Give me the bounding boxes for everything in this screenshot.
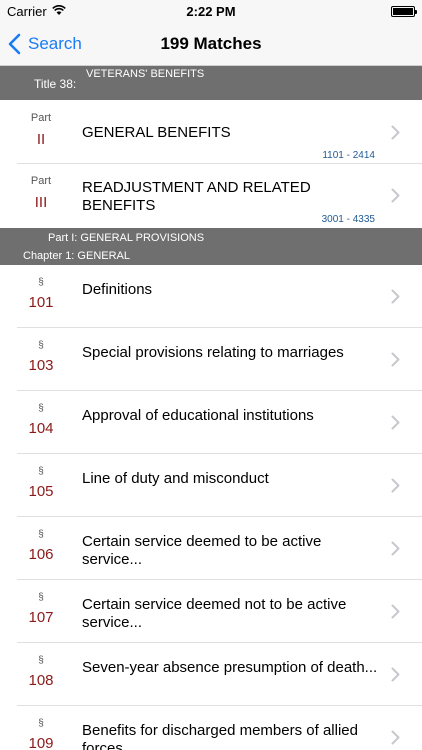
part-number: III xyxy=(34,194,48,211)
battery-fill xyxy=(393,8,413,15)
back-button-label: Search xyxy=(28,34,82,53)
part-title: READJUSTMENT AND RELATED BENEFITS xyxy=(82,179,311,214)
chevron-right-icon xyxy=(391,188,400,203)
section-symbol: § xyxy=(38,340,44,351)
section-row-106[interactable]: § 106 Certain service deemed to be activ… xyxy=(0,517,422,580)
chevron-right-icon xyxy=(391,604,400,619)
section-symbol: § xyxy=(38,655,44,666)
part-range: 1101 - 2414 xyxy=(322,150,375,161)
battery-icon xyxy=(391,6,417,17)
section-symbol: § xyxy=(38,403,44,414)
section-number: 107 xyxy=(28,609,54,626)
section-number: 106 xyxy=(28,546,54,563)
section-number: 105 xyxy=(28,483,54,500)
part-heading: Part I: GENERAL PROVISIONS xyxy=(48,232,205,244)
section-title: Seven-year absence presumption of death.… xyxy=(82,659,378,676)
chevron-right-icon xyxy=(391,289,400,304)
chevron-right-icon xyxy=(391,667,400,682)
title-prefix: Title 38: xyxy=(34,77,77,91)
chevron-right-icon xyxy=(391,541,400,556)
section-number: 104 xyxy=(28,420,54,437)
section-number: 101 xyxy=(28,294,54,311)
section-row-109[interactable]: § 109 Benefits for discharged members of… xyxy=(0,706,422,750)
section-symbol: § xyxy=(38,277,44,288)
chevron-right-icon xyxy=(391,730,400,745)
section-title: Special provisions relating to marriages xyxy=(82,344,344,361)
chevron-left-icon xyxy=(8,33,21,55)
part-number: II xyxy=(36,131,46,148)
section-row-104[interactable]: § 104 Approval of educational institutio… xyxy=(0,391,422,454)
part-row-iii[interactable]: Part III READJUSTMENT AND RELATED BENEFI… xyxy=(0,164,422,228)
section-title: Approval of educational institutions xyxy=(82,407,314,424)
section-row-103[interactable]: § 103 Special provisions relating to mar… xyxy=(0,328,422,391)
title-name: VETERANS' BENEFITS xyxy=(86,68,205,80)
section-title: Certain service deemed to be active serv… xyxy=(82,533,322,568)
part-row-ii[interactable]: Part II GENERAL BENEFITS 1101 - 2414 xyxy=(0,100,422,164)
chevron-right-icon xyxy=(391,478,400,493)
section-symbol: § xyxy=(38,529,44,540)
part-range: 3001 - 4335 xyxy=(321,214,375,225)
section-symbol: § xyxy=(38,466,44,477)
section-title: Definitions xyxy=(82,281,153,298)
section-number: 109 xyxy=(28,735,54,750)
status-bar: Carrier 2:22 PM xyxy=(0,0,422,22)
title-section-header: Title 38: VETERANS' BENEFITS xyxy=(0,66,422,100)
section-row-105[interactable]: § 105 Line of duty and misconduct xyxy=(0,454,422,517)
section-title: Certain service deemed not to be active … xyxy=(82,596,347,631)
part-label: Part xyxy=(30,112,52,124)
chevron-right-icon xyxy=(391,125,400,140)
section-title: Line of duty and misconduct xyxy=(82,470,269,487)
section-row-101[interactable]: § 101 Definitions xyxy=(0,265,422,328)
part-label: Part xyxy=(30,175,52,187)
section-row-108[interactable]: § 108 Seven-year absence presumption of … xyxy=(0,643,422,706)
chevron-right-icon xyxy=(391,415,400,430)
back-button[interactable]: Search xyxy=(8,22,82,66)
chevron-right-icon xyxy=(391,352,400,367)
section-symbol: § xyxy=(38,718,44,729)
part-title: GENERAL BENEFITS xyxy=(82,124,231,141)
section-row-107[interactable]: § 107 Certain service deemed not to be a… xyxy=(0,580,422,643)
chapter-section-header: Part I: GENERAL PROVISIONS Chapter 1: GE… xyxy=(0,228,422,265)
status-time: 2:22 PM xyxy=(186,4,236,19)
chapter-heading: Chapter 1: GENERAL xyxy=(23,250,130,262)
section-symbol: § xyxy=(38,592,44,603)
section-number: 108 xyxy=(28,672,54,689)
navigation-bar: Search 199 Matches xyxy=(0,22,422,66)
section-title: Benefits for discharged members of allie… xyxy=(82,722,358,750)
section-number: 103 xyxy=(28,357,54,374)
